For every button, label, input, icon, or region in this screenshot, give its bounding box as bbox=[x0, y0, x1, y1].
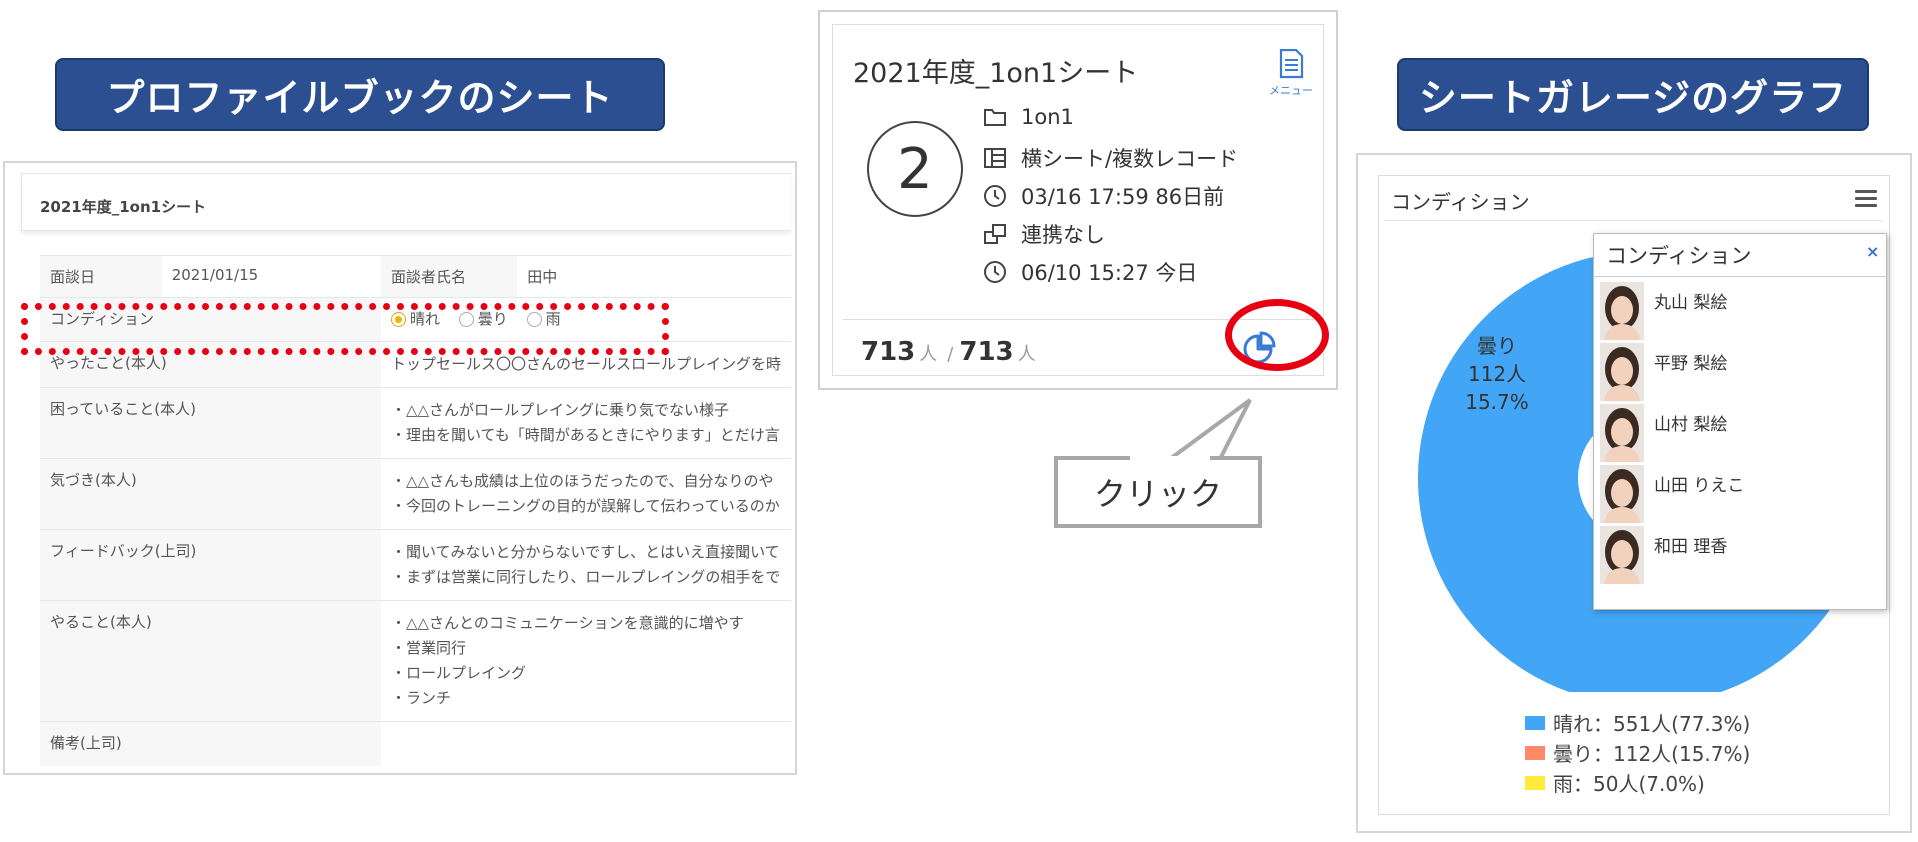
troubles-value[interactable]: ・△△さんがロールプレイングに乗り気でない様子 ・理由を聞いても「時間があるとき… bbox=[380, 387, 791, 459]
remarks-value[interactable] bbox=[380, 721, 791, 766]
folder-name: 1on1 bbox=[1021, 105, 1074, 129]
list-item[interactable]: 平野 梨絵 bbox=[1600, 343, 1880, 403]
list-item[interactable]: 丸山 梨絵 bbox=[1600, 282, 1880, 342]
popup-divider bbox=[1594, 276, 1886, 277]
feedback-value[interactable]: ・聞いてみないと分からないですし、とはいえ直接聞いて ・まずは営業に同行したり、… bbox=[380, 529, 791, 601]
link-row: 連携なし bbox=[983, 219, 1105, 249]
link-icon bbox=[984, 224, 1006, 244]
callout-pointer-joint bbox=[1130, 456, 1210, 464]
table-row: 気づき(本人) ・△△さんも成績は上位のほうだったので、自分なりのや ・今回のト… bbox=[40, 458, 791, 530]
updated-row: 06/10 15:27 今日 bbox=[983, 257, 1197, 287]
callout-label: クリック bbox=[1093, 475, 1222, 513]
legend-item-rain[interactable]: 雨：50人(7.0%) bbox=[1525, 768, 1705, 797]
sheet-title: 2021年度_1on1シート bbox=[40, 198, 207, 216]
sheet-type-row: 横シート/複数レコード bbox=[983, 143, 1238, 173]
slice-label-count: 112人 bbox=[1468, 362, 1526, 386]
interview-date-label: 面談日 bbox=[40, 255, 162, 298]
avatar bbox=[1600, 404, 1644, 462]
legend-swatch bbox=[1525, 745, 1545, 760]
folder-icon bbox=[984, 109, 1006, 126]
troubles-label: 困っていること(本人) bbox=[40, 387, 381, 459]
avatar bbox=[1600, 465, 1644, 523]
profile-book-banner: プロファイルブックのシート bbox=[55, 58, 665, 131]
remarks-label: 備考(上司) bbox=[40, 721, 381, 766]
record-count: 713 人/713 人 bbox=[861, 337, 1036, 367]
person-name: 山田 りえこ bbox=[1654, 476, 1745, 496]
close-icon[interactable]: × bbox=[1866, 242, 1879, 261]
avatar bbox=[1600, 282, 1644, 340]
slice-label-name: 曇り bbox=[1477, 334, 1517, 358]
click-callout: クリック bbox=[1054, 456, 1262, 528]
list-item[interactable]: 和田 理香 bbox=[1600, 526, 1880, 586]
count-badge: 2 bbox=[867, 121, 963, 217]
interviewer-label: 面談者氏名 bbox=[380, 255, 518, 298]
clock-icon bbox=[984, 261, 1006, 283]
person-name: 山村 梨絵 bbox=[1654, 415, 1728, 435]
feedback-label: フィードバック(上司) bbox=[40, 529, 381, 601]
document-icon bbox=[1279, 48, 1304, 79]
sheet-garage-banner-label: シートガレージのグラフ bbox=[1418, 76, 1848, 120]
card-title: 2021年度_1on1シート bbox=[853, 58, 1139, 89]
person-name: 平野 梨絵 bbox=[1654, 354, 1728, 374]
table-row: 困っていること(本人) ・△△さんがロールプレイングに乗り気でない様子 ・理由を… bbox=[40, 387, 791, 459]
folder-row: 1on1 bbox=[983, 105, 1074, 129]
table-row: 面談日 2021/01/15 面談者氏名 田中 bbox=[40, 255, 791, 298]
link-status: 連携なし bbox=[1021, 223, 1105, 247]
profile-book-banner-label: プロファイルブックのシート bbox=[106, 76, 614, 120]
created-datetime: 03/16 17:59 86日前 bbox=[1021, 185, 1225, 209]
profile-sheet-panel: 2021年度_1on1シート 面談日 2021/01/15 面談者氏名 田中 コ… bbox=[3, 161, 797, 775]
table-layout-icon bbox=[984, 148, 1006, 168]
hamburger-menu-icon[interactable] bbox=[1855, 190, 1877, 208]
todo-label: やること(本人) bbox=[40, 600, 381, 722]
sheet-type: 横シート/複数レコード bbox=[1021, 147, 1239, 171]
table-row: フィードバック(上司) ・聞いてみないと分からないですし、とはいえ直接聞いて ・… bbox=[40, 529, 791, 601]
legend-swatch bbox=[1525, 775, 1545, 790]
list-item[interactable]: 山田 りえこ bbox=[1600, 465, 1880, 525]
created-row: 03/16 17:59 86日前 bbox=[983, 181, 1224, 211]
updated-datetime: 06/10 15:27 今日 bbox=[1021, 261, 1198, 285]
condition-highlight-box bbox=[21, 303, 669, 355]
interview-date-value[interactable]: 2021/01/15 bbox=[161, 255, 381, 298]
interviewer-value[interactable]: 田中 bbox=[517, 255, 791, 298]
click-highlight-ellipse bbox=[1225, 299, 1329, 371]
popup-title: コンディション bbox=[1606, 244, 1752, 268]
menu-button[interactable]: メニュー bbox=[1265, 48, 1317, 98]
avatar bbox=[1600, 343, 1644, 401]
graph-title-divider bbox=[1383, 220, 1883, 221]
todo-value[interactable]: ・△△さんとのコミュニケーションを意識的に増やす ・営業同行 ・ロールプレイング… bbox=[380, 600, 791, 722]
avatar bbox=[1600, 526, 1644, 584]
person-name: 丸山 梨絵 bbox=[1654, 293, 1728, 313]
legend-swatch bbox=[1525, 715, 1545, 730]
sheet-header: 2021年度_1on1シート bbox=[21, 173, 791, 231]
menu-label: メニュー bbox=[1269, 84, 1313, 97]
clock-icon bbox=[984, 185, 1006, 207]
slice-label-pct: 15.7% bbox=[1465, 390, 1529, 414]
table-row: やること(本人) ・△△さんとのコミュニケーションを意識的に増やす ・営業同行 … bbox=[40, 600, 791, 722]
notice-label: 気づき(本人) bbox=[40, 458, 381, 530]
list-item[interactable]: 山村 梨絵 bbox=[1600, 404, 1880, 464]
sheet-garage-banner: シートガレージのグラフ bbox=[1397, 58, 1869, 131]
people-popup: コンディション × 丸山 梨絵平野 梨絵山村 梨絵山田 りえこ 和田 理香 bbox=[1593, 233, 1887, 610]
table-row: 備考(上司) bbox=[40, 721, 791, 766]
graph-title: コンディション bbox=[1391, 190, 1530, 214]
notice-value[interactable]: ・△△さんも成績は上位のほうだったので、自分なりのや ・今回のトレーニングの目的… bbox=[380, 458, 791, 530]
legend-item-sunny[interactable]: 晴れ：551人(77.3%) bbox=[1525, 708, 1750, 737]
person-name: 和田 理香 bbox=[1654, 537, 1728, 557]
legend-item-cloudy[interactable]: 曇り：112人(15.7%) bbox=[1525, 738, 1750, 767]
